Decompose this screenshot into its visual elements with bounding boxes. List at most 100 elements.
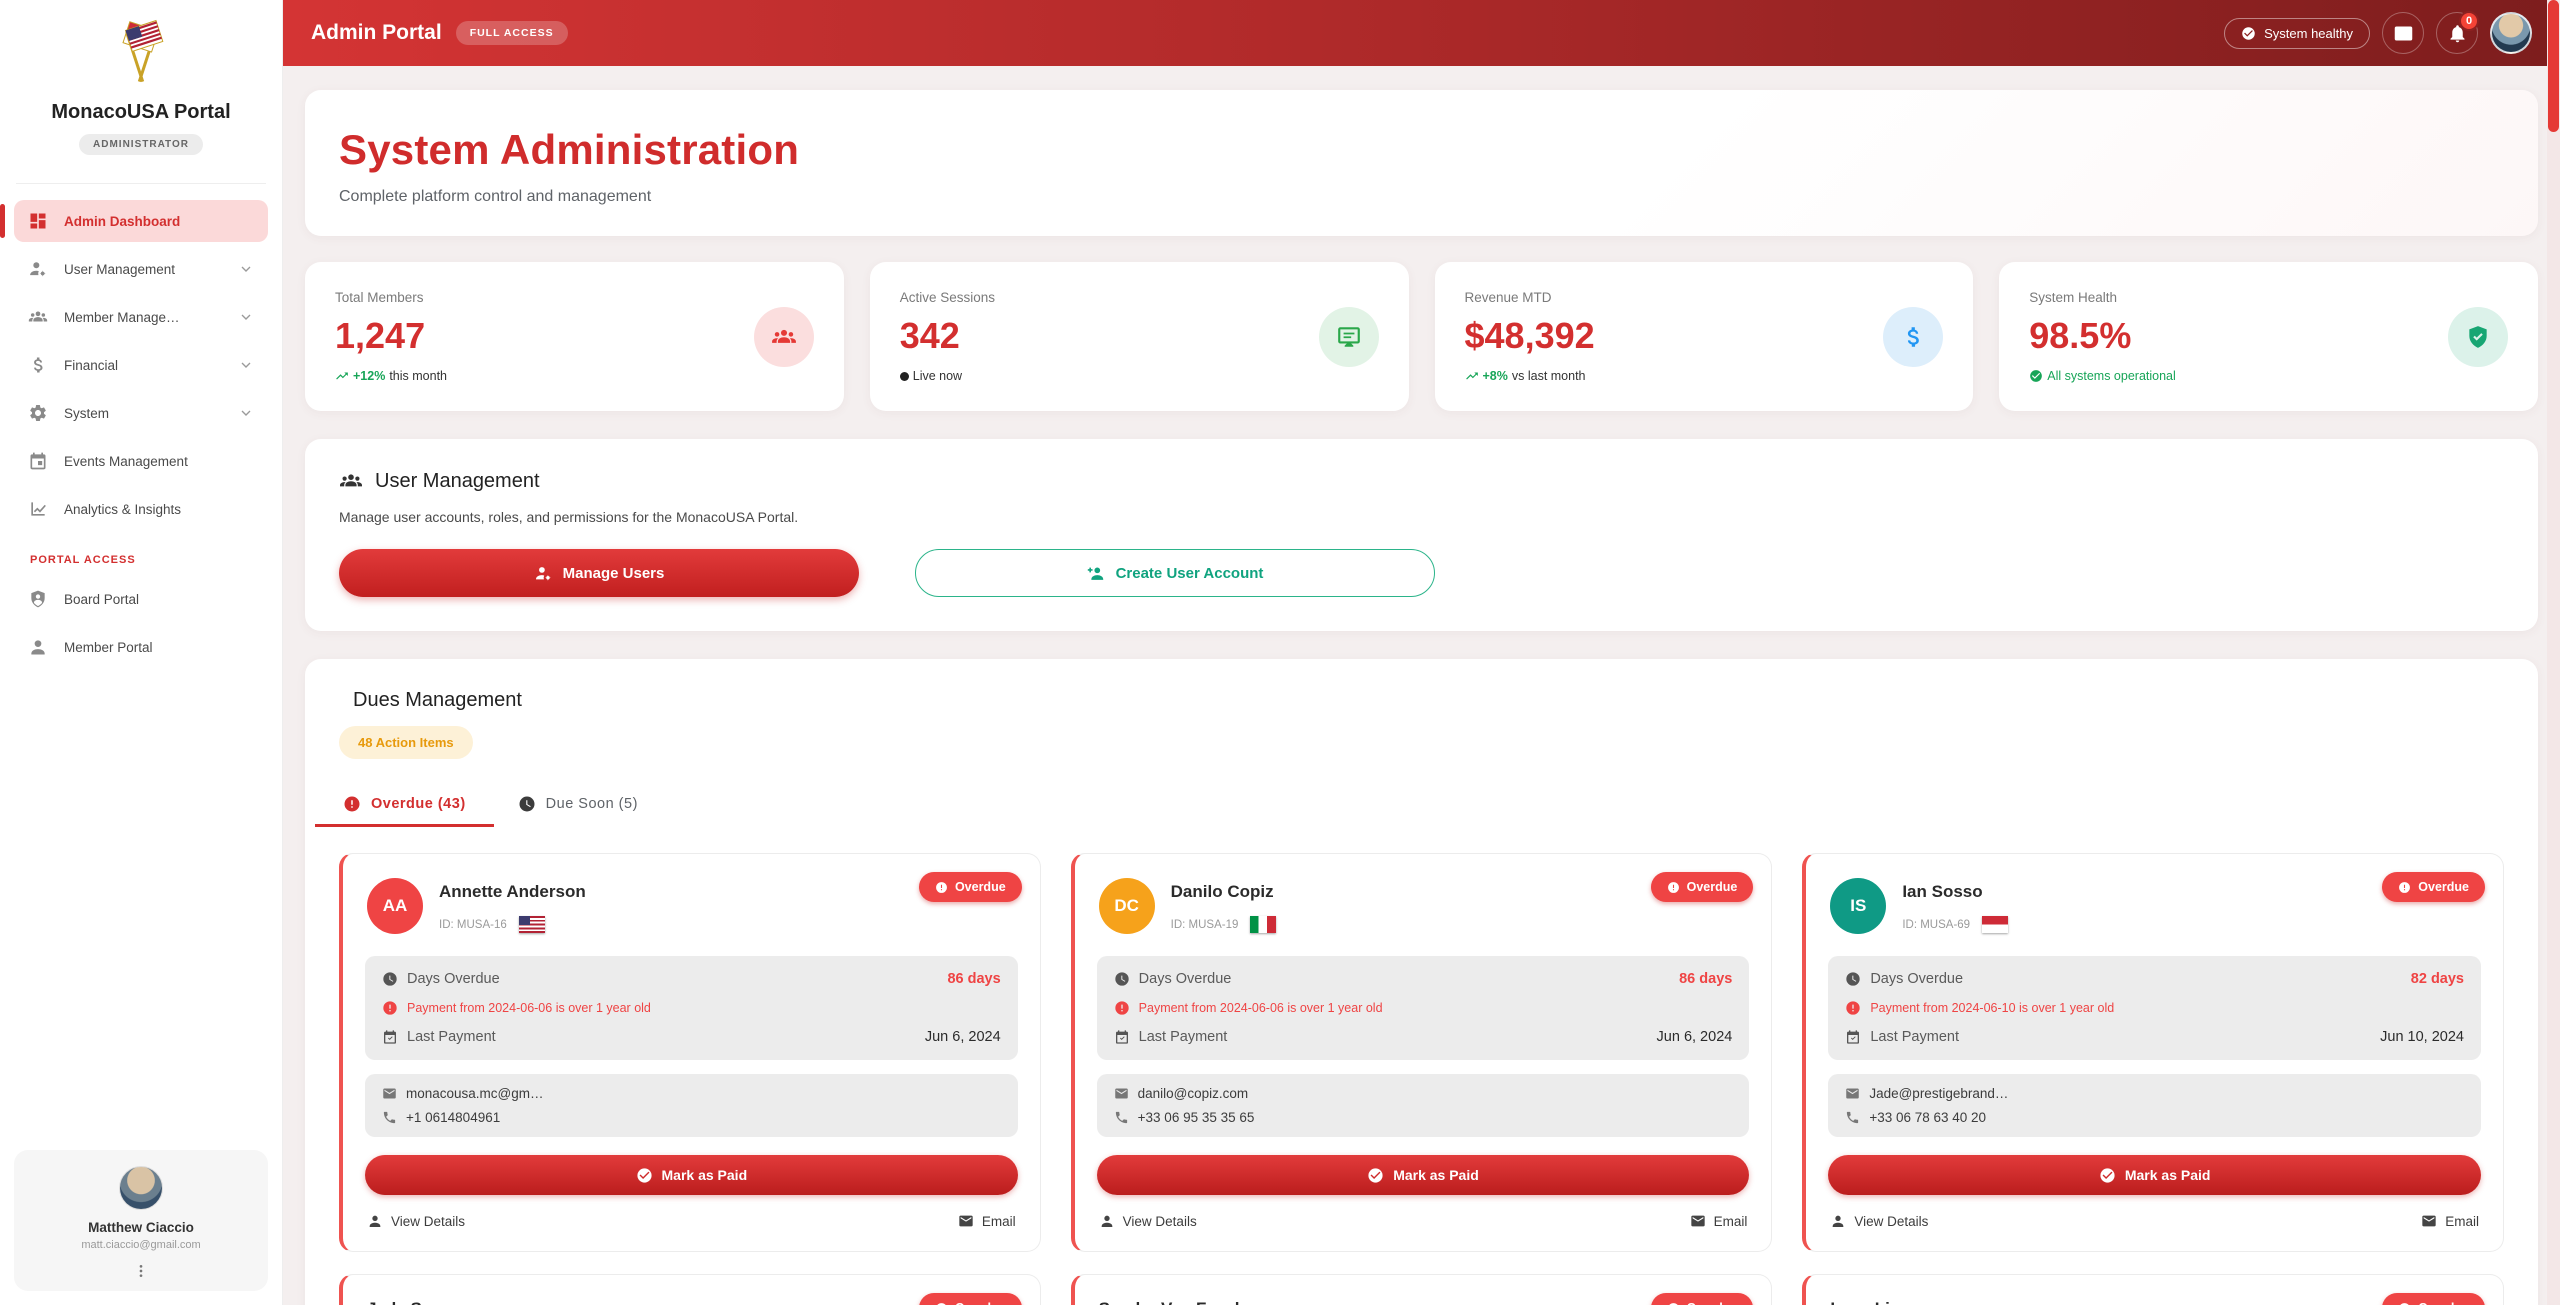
sidebar-profile-card: Matthew Ciaccio matt.ciaccio@gmail.com xyxy=(14,1150,268,1291)
manage-users-button[interactable]: Manage Users xyxy=(339,549,859,597)
email-action-link[interactable]: Email xyxy=(2421,1213,2479,1229)
profile-menu-button[interactable] xyxy=(127,1259,155,1283)
phone-icon xyxy=(1114,1110,1129,1125)
stat-value: 98.5% xyxy=(2029,315,2176,357)
member-id-row: ID: MUSA-19 xyxy=(1171,916,1277,933)
last-payment-value: Jun 10, 2024 xyxy=(2380,1029,2464,1045)
view-details-link[interactable]: View Details xyxy=(1099,1213,1197,1229)
crossed-flags-logo xyxy=(97,18,185,93)
role-badge: ADMINISTRATOR xyxy=(79,134,203,155)
dues-management-panel: Dues Management 48 Action Items Overdue … xyxy=(305,659,2538,1305)
sidebar-item-financial[interactable]: Financial xyxy=(14,344,268,386)
dashboard-icon xyxy=(28,211,48,231)
person-icon xyxy=(367,1213,383,1229)
alert-circle-icon xyxy=(1667,1302,1680,1305)
health-stat-icon-circle xyxy=(2448,307,2508,367)
chart-icon xyxy=(28,499,48,519)
sidebar-item-admin-dashboard[interactable]: Admin Dashboard xyxy=(14,200,268,242)
stat-label: Revenue MTD xyxy=(1465,290,1595,305)
status-badge-label: Overdue xyxy=(1687,1301,1738,1305)
check-circle-icon xyxy=(636,1167,653,1184)
system-health-pill: System healthy xyxy=(2224,18,2370,49)
scrollbar-thumb[interactable] xyxy=(2548,0,2559,132)
monitor-icon xyxy=(1336,324,1362,350)
view-details-link[interactable]: View Details xyxy=(1830,1213,1928,1229)
dues-info-box: Days Overdue 86 days Payment from 2024-0… xyxy=(365,956,1018,1060)
last-payment-value: Jun 6, 2024 xyxy=(1657,1029,1733,1045)
person-icon xyxy=(1830,1213,1846,1229)
dues-title: Dues Management xyxy=(339,689,2504,712)
sidebar-item-board-portal[interactable]: Board Portal xyxy=(14,578,268,620)
member-card: Overdue AA Annette Anderson ID: MUSA-16 xyxy=(339,853,1041,1252)
last-payment-label: Last Payment xyxy=(1139,1029,1228,1045)
mail-icon xyxy=(1845,1086,1860,1101)
days-overdue-value: 86 days xyxy=(947,971,1000,987)
sidebar-item-label: System xyxy=(64,406,222,421)
people-icon xyxy=(771,324,797,350)
alert-circle-icon xyxy=(1114,1000,1130,1016)
user-management-panel: User Management Manage user accounts, ro… xyxy=(305,439,2538,631)
create-user-account-button[interactable]: Create User Account xyxy=(915,549,1435,597)
phone-icon xyxy=(1845,1110,1860,1125)
system-health-label: System healthy xyxy=(2264,26,2353,41)
mail-icon xyxy=(382,1086,397,1101)
sidebar-item-label: Admin Dashboard xyxy=(64,214,254,229)
stat-card-revenue: Revenue MTD $48,392 +8% vs last month xyxy=(1435,262,1974,411)
member-name: Ian Sosso xyxy=(1902,882,2008,902)
italy-flag-icon xyxy=(1250,916,1276,933)
header-title: Admin Portal xyxy=(311,21,442,45)
tab-due-soon[interactable]: Due Soon (5) xyxy=(514,785,642,827)
user-management-buttons: Manage Users Create User Account xyxy=(339,549,2504,597)
alert-circle-icon xyxy=(2398,881,2411,894)
stat-label: Total Members xyxy=(335,290,447,305)
shield-check-icon xyxy=(2465,324,2491,350)
check-circle-icon xyxy=(2029,369,2043,383)
mark-as-paid-button[interactable]: Mark as Paid xyxy=(365,1155,1018,1195)
member-card: Overdue IS Ian Sosso ID: MUSA-69 xyxy=(1802,853,2504,1252)
page-scrollbar[interactable] xyxy=(2547,0,2560,1305)
monaco-flag-icon xyxy=(1982,916,2008,933)
avatar: IS xyxy=(1830,878,1886,934)
member-name: Annette Anderson xyxy=(439,882,586,902)
page-content: System Administration Complete platform … xyxy=(283,66,2560,1305)
member-id-row: ID: MUSA-16 xyxy=(439,916,586,933)
email-action-link[interactable]: Email xyxy=(958,1213,1016,1229)
member-phone: +1 0614804961 xyxy=(406,1110,500,1125)
alert-circle-icon xyxy=(382,1000,398,1016)
stat-sub-label: vs last month xyxy=(1512,369,1586,383)
revenue-stat-icon-circle xyxy=(1883,307,1943,367)
tab-due-soon-label: Due Soon (5) xyxy=(546,796,638,812)
people-icon xyxy=(28,307,48,327)
stat-subtext: +12% this month xyxy=(335,369,447,383)
partial-member-row: Overdue Jade Sosso Overdue Sandra Van Fa… xyxy=(339,1274,2504,1305)
mark-as-paid-button[interactable]: Mark as Paid xyxy=(1828,1155,2481,1195)
header-avatar[interactable] xyxy=(2490,12,2532,54)
sidebar-item-system[interactable]: System xyxy=(14,392,268,434)
calendar-icon xyxy=(28,451,48,471)
days-overdue-label: Days Overdue xyxy=(407,971,500,987)
email-action-link[interactable]: Email xyxy=(1690,1213,1748,1229)
stat-sub-label: Live now xyxy=(913,369,962,383)
sidebar: MonacoUSA Portal ADMINISTRATOR Admin Das… xyxy=(0,0,283,1305)
notifications-button[interactable]: 0 xyxy=(2436,12,2478,54)
alert-circle-icon xyxy=(935,881,948,894)
sidebar-item-events-management[interactable]: Events Management xyxy=(14,440,268,482)
sidebar-brand: MonacoUSA Portal ADMINISTRATOR xyxy=(0,0,282,169)
terminal-button[interactable] xyxy=(2382,12,2424,54)
alert-circle-icon xyxy=(343,795,361,813)
last-payment-label: Last Payment xyxy=(407,1029,496,1045)
last-payment-label: Last Payment xyxy=(1870,1029,1959,1045)
mark-as-paid-button[interactable]: Mark as Paid xyxy=(1097,1155,1750,1195)
sidebar-item-analytics[interactable]: Analytics & Insights xyxy=(14,488,268,530)
mark-as-paid-label: Mark as Paid xyxy=(2125,1167,2211,1183)
member-card-partial: Overdue Sandra Van Fasche xyxy=(1071,1274,1773,1305)
stat-value: 1,247 xyxy=(335,315,447,357)
sidebar-item-member-management[interactable]: Member Manage… xyxy=(14,296,268,338)
sidebar-item-member-portal[interactable]: Member Portal xyxy=(14,626,268,668)
member-email: Jade@prestigebrand… xyxy=(1869,1086,2008,1101)
tab-overdue[interactable]: Overdue (43) xyxy=(339,785,470,827)
member-cards-grid: Overdue AA Annette Anderson ID: MUSA-16 xyxy=(339,853,2504,1252)
last-payment-value: Jun 6, 2024 xyxy=(925,1029,1001,1045)
sidebar-item-user-management[interactable]: User Management xyxy=(14,248,268,290)
view-details-link[interactable]: View Details xyxy=(367,1213,465,1229)
